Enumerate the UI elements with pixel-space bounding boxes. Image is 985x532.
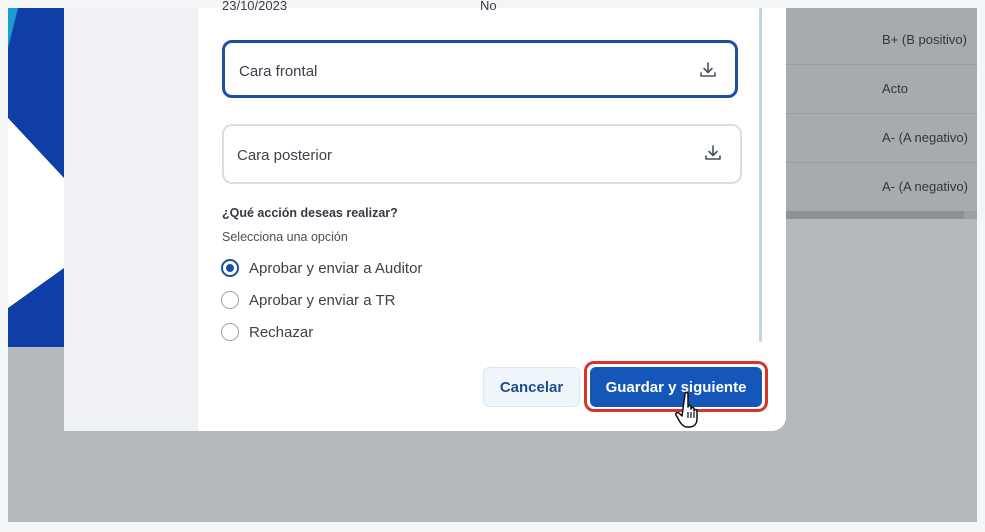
download-icon[interactable] [704,144,722,162]
table-row: B+ (B positivo) [786,16,977,65]
radio-label: Aprobar y enviar a TR [249,291,396,309]
hand-pointer-icon [675,391,698,428]
scrollbar-track [964,211,977,219]
radio-approve-tr[interactable]: Aprobar y enviar a TR [221,289,395,311]
radio-label: Rechazar [249,323,314,341]
table-row: Acto [786,65,977,114]
cancel-button[interactable]: Cancelar [483,367,580,407]
table-cell: A- (A negativo) [882,179,968,194]
radio-button-selected[interactable] [221,259,239,277]
table-cell: Acto [882,81,909,96]
download-icon[interactable] [699,61,717,79]
radio-button[interactable] [221,323,239,341]
cut-off-value: No [480,0,497,13]
background-table: B+ (B positivo) Acto A- (A negativo) A- … [786,8,977,219]
radio-button[interactable] [221,291,239,309]
table-cell: B+ (B positivo) [882,32,967,47]
radio-label: Aprobar y enviar a Auditor [249,259,423,277]
back-side-label: Cara posterior [237,147,333,164]
back-side-upload[interactable]: Cara posterior [222,124,742,184]
radio-approve-auditor[interactable]: Aprobar y enviar a Auditor [221,257,422,279]
horizontal-scrollbar[interactable] [786,211,964,219]
front-side-upload[interactable]: Cara frontal [222,40,738,98]
action-question: ¿Qué acción deseas realizar? [222,206,398,220]
front-side-label: Cara frontal [239,63,318,80]
action-hint: Selecciona una opción [222,230,348,244]
table-row: A- (A negativo) [786,114,977,163]
preview-gutter [64,8,198,431]
document-image-preview [8,8,64,347]
table-cell: A- (A negativo) [882,130,968,145]
radio-reject[interactable]: Rechazar [221,321,313,343]
cut-off-date: 23/10/2023 [222,0,288,13]
table-row: A- (A negativo) [786,163,977,211]
modal-scrollbar[interactable] [759,8,762,342]
